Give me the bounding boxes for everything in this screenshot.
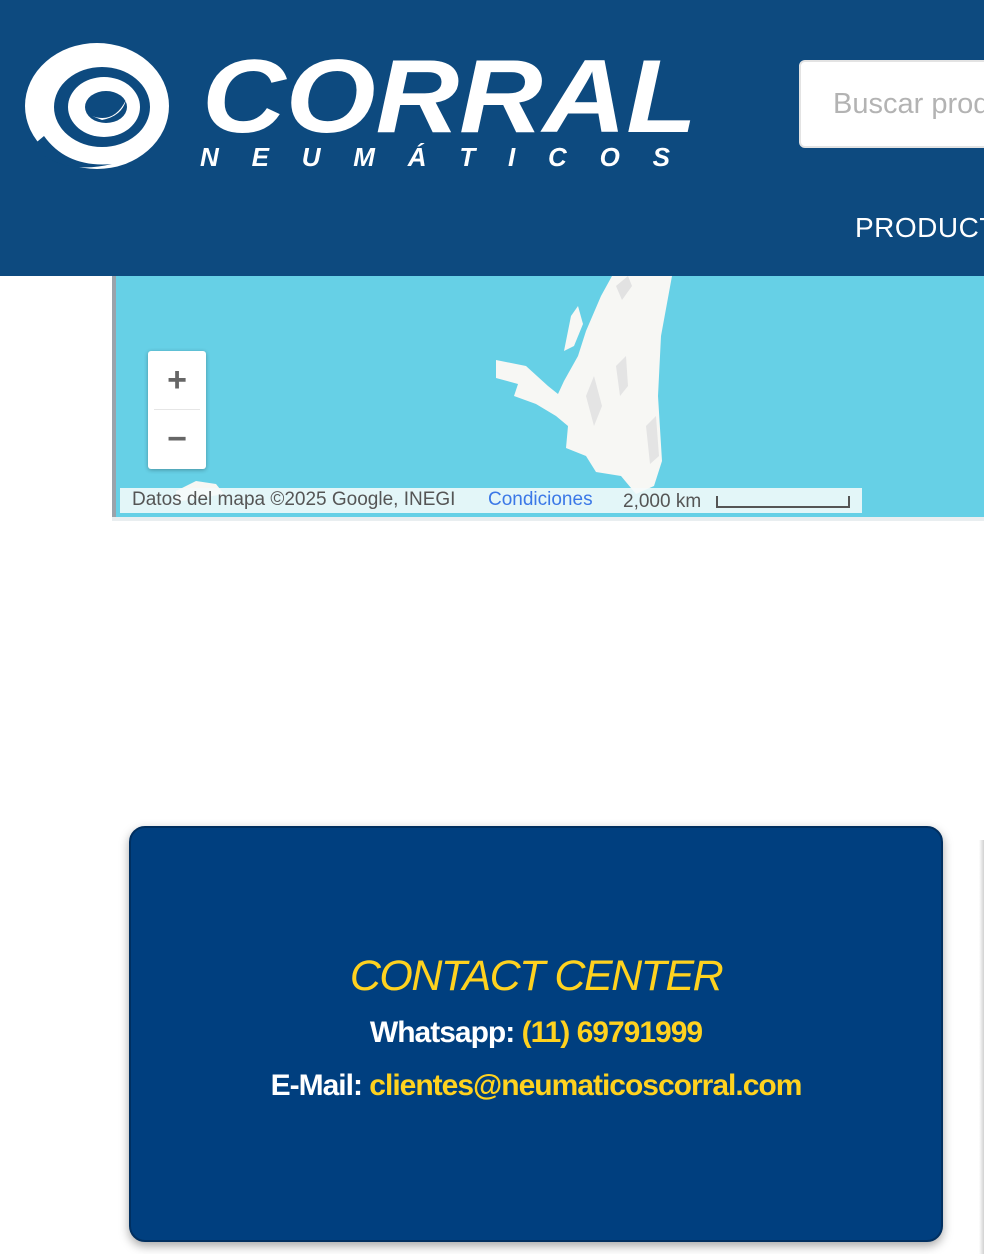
nav-item-products[interactable]: PRODUCTOS bbox=[855, 212, 984, 244]
email-link[interactable]: clientes@neumaticoscorral.com bbox=[369, 1069, 802, 1102]
swirl-logo-icon bbox=[25, 43, 169, 169]
map-attribution-bar: Datos del mapa ©2025 Google, INEGI Condi… bbox=[120, 488, 862, 513]
zoom-controls: + − bbox=[148, 351, 206, 469]
site-header: CORRAL NEUMÁTICOS PRODUCTOS bbox=[0, 0, 984, 276]
email-line: E-Mail: clientes@neumaticoscorral.com bbox=[131, 1069, 941, 1103]
map-land-shape bbox=[176, 276, 672, 502]
whatsapp-line: Whatsapp: (11) 69791999 bbox=[131, 1016, 941, 1050]
whatsapp-number-link[interactable]: (11) 69791999 bbox=[522, 1016, 704, 1049]
contact-title: CONTACT CENTER bbox=[349, 952, 724, 1000]
map-scale-bar bbox=[716, 496, 850, 508]
map-scale-label[interactable]: 2,000 km bbox=[623, 491, 701, 513]
zoom-in-button[interactable]: + bbox=[148, 351, 206, 410]
brand-wordmark: CORRAL bbox=[202, 39, 697, 155]
zoom-out-button[interactable]: − bbox=[148, 410, 206, 469]
google-map[interactable]: + − Datos del mapa ©2025 Google, INEGI C… bbox=[112, 276, 984, 518]
adjacent-card-edge bbox=[979, 840, 984, 1254]
map-attribution-text: Datos del mapa ©2025 Google, INEGI bbox=[132, 489, 456, 510]
whatsapp-label: Whatsapp: bbox=[369, 1016, 515, 1049]
map-bottom-divider bbox=[112, 517, 984, 521]
search-input[interactable] bbox=[799, 60, 984, 148]
email-label: E-Mail: bbox=[270, 1069, 363, 1102]
map-terms-link[interactable]: Condiciones bbox=[488, 489, 593, 511]
corral-logo[interactable]: CORRAL NEUMÁTICOS bbox=[22, 36, 702, 176]
contact-center-card: CONTACT CENTER Whatsapp: (11) 69791999 E… bbox=[129, 826, 943, 1242]
